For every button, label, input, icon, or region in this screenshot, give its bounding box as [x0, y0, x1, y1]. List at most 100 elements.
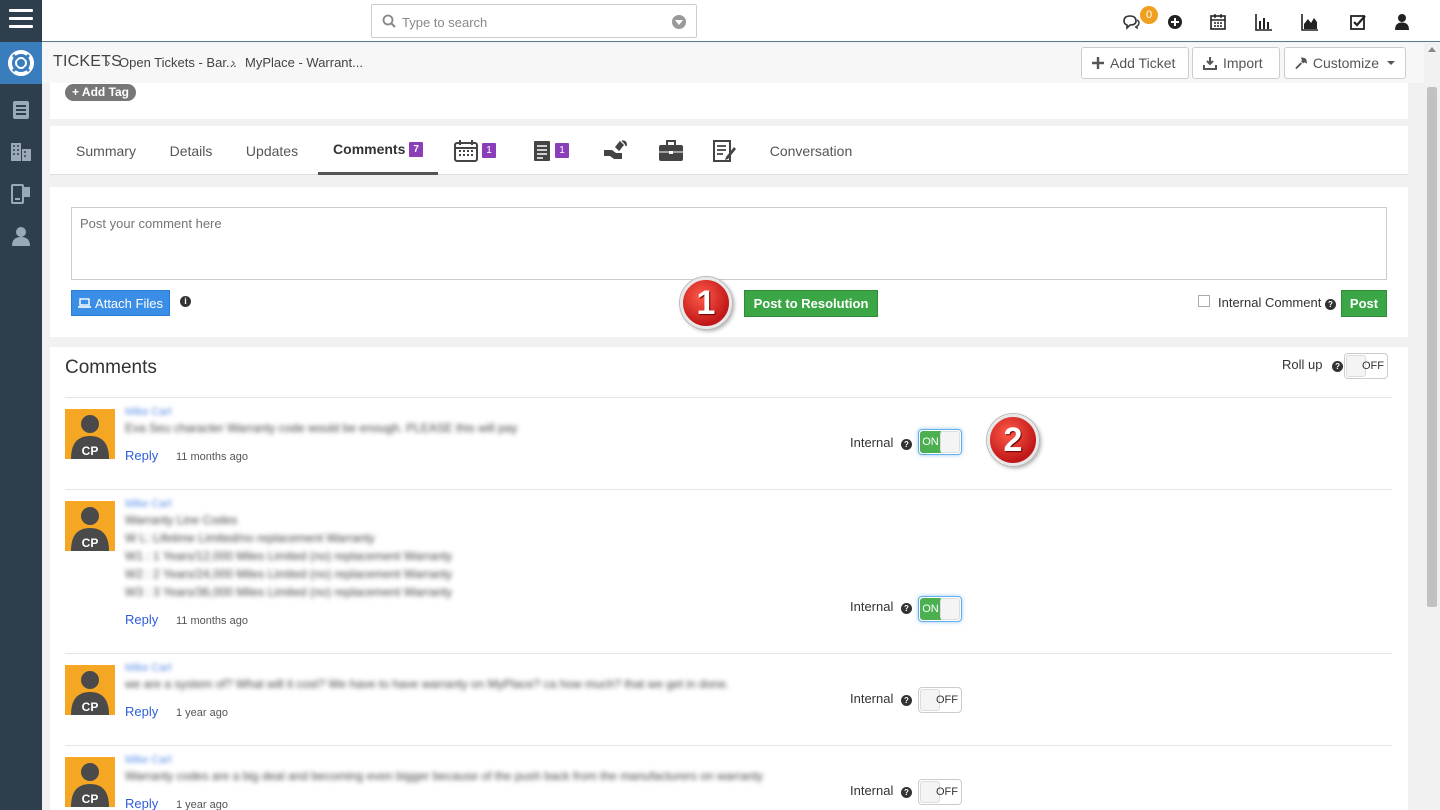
- avatar: CP: [65, 409, 115, 459]
- search-input[interactable]: Type to search: [371, 4, 697, 38]
- tab-briefcase[interactable]: [654, 126, 688, 175]
- breadcrumb-item[interactable]: Open Tickets - Bar...: [119, 55, 237, 70]
- support-lifebuoy-icon[interactable]: [0, 42, 42, 84]
- tab-edit-document[interactable]: [708, 126, 742, 175]
- internal-comment-label: Internal Comment ?: [1218, 295, 1336, 310]
- comment-text: W3 : 3 Years/36,000 Miles Limited (no) r…: [125, 585, 453, 599]
- breadcrumb: TICKETS › Open Tickets - Bar... › MyPlac…: [42, 43, 1424, 83]
- document-list-icon[interactable]: [0, 89, 42, 131]
- help-icon[interactable]: ?: [901, 695, 912, 706]
- notification-badge[interactable]: 0: [1140, 6, 1158, 24]
- help-icon[interactable]: ?: [1324, 299, 1336, 310]
- svg-text:CP: CP: [82, 700, 99, 714]
- tab-details[interactable]: Details: [160, 126, 222, 175]
- import-label: Import: [1223, 55, 1263, 71]
- building-icon[interactable]: [0, 131, 42, 173]
- briefcase-icon: [659, 139, 683, 161]
- reply-link[interactable]: Reply: [125, 612, 158, 627]
- tab-calendar[interactable]: 1: [450, 126, 500, 175]
- internal-label: Internal ?: [850, 691, 912, 706]
- post-button[interactable]: Post: [1341, 290, 1387, 317]
- comment-text: W2 : 2 Years/24,000 Miles Limited (no) r…: [125, 567, 453, 581]
- menu-icon[interactable]: [9, 9, 33, 31]
- tab-tools[interactable]: [598, 126, 632, 175]
- annotation-marker-2: 2: [987, 414, 1039, 466]
- reply-link[interactable]: Reply: [125, 448, 158, 463]
- reply-link[interactable]: Reply: [125, 796, 158, 810]
- help-icon[interactable]: ?: [901, 787, 912, 798]
- rollup-toggle[interactable]: OFF: [1344, 353, 1388, 379]
- tab-label: Conversation: [769, 142, 853, 159]
- help-icon[interactable]: ?: [901, 439, 912, 450]
- search-dropdown-icon[interactable]: [672, 15, 686, 29]
- add-ticket-button[interactable]: Add Ticket: [1081, 47, 1189, 79]
- import-button[interactable]: Import: [1192, 47, 1280, 79]
- comment-author[interactable]: Mike Carl: [125, 406, 171, 418]
- comment-text: we are a system of? What will it cost? W…: [125, 677, 730, 691]
- scroll-up-icon[interactable]: [1428, 47, 1436, 52]
- attach-files-button[interactable]: Attach Files: [71, 290, 170, 316]
- customize-label: Customize: [1312, 55, 1379, 71]
- tab-comments[interactable]: Comments 7: [318, 126, 438, 175]
- reply-link[interactable]: Reply: [125, 704, 158, 719]
- add-ticket-label: Add Ticket: [1110, 55, 1176, 71]
- rollup-text: Roll up: [1282, 357, 1323, 372]
- scrollbar-thumb[interactable]: [1427, 87, 1437, 607]
- internal-toggle[interactable]: OFF: [918, 687, 962, 713]
- comment-text: Warranty codes are a big deal and becomi…: [125, 769, 763, 783]
- customize-button[interactable]: Customize: [1284, 47, 1406, 79]
- plus-circle-icon[interactable]: [1166, 13, 1184, 31]
- area-chart-icon[interactable]: [1301, 13, 1319, 31]
- bar-chart-icon[interactable]: [1255, 13, 1273, 31]
- comments-title: Comments: [65, 357, 157, 378]
- info-icon[interactable]: i: [180, 296, 191, 307]
- help-icon[interactable]: ?: [1332, 361, 1344, 372]
- comment-author[interactable]: Mike Carl: [125, 662, 171, 674]
- comment-text: W1 : 1 Years/12,000 Miles Limited (no) r…: [125, 549, 453, 563]
- tab-bar: Summary Details Updates Comments 7 1 1 C…: [50, 126, 1408, 175]
- internal-comment-checkbox[interactable]: [1198, 295, 1210, 307]
- user-icon[interactable]: [1393, 13, 1411, 31]
- comment-author[interactable]: Mike Carl: [125, 498, 171, 510]
- toggle-state: ON: [920, 598, 941, 620]
- internal-toggle[interactable]: OFF: [918, 779, 962, 805]
- avatar: CP: [65, 757, 115, 807]
- tab-conversation[interactable]: Conversation: [764, 126, 858, 175]
- breadcrumb-item[interactable]: MyPlace - Warrant...: [245, 55, 363, 70]
- calendar-icon[interactable]: [1209, 13, 1227, 31]
- toggle-state: OFF: [1362, 360, 1384, 372]
- post-to-resolution-button[interactable]: Post to Resolution: [744, 290, 878, 317]
- tab-updates[interactable]: Updates: [236, 126, 308, 175]
- toggle-state: OFF: [936, 694, 958, 706]
- help-icon[interactable]: ?: [901, 603, 912, 614]
- tab-label: Summary: [76, 142, 136, 159]
- svg-text:CP: CP: [82, 444, 99, 458]
- wrench-icon: [1295, 57, 1307, 69]
- comment-input[interactable]: [71, 207, 1387, 280]
- tab-summary[interactable]: Summary: [64, 126, 148, 175]
- comment-composer: Attach Files i 1 Post to Resolution Inte…: [50, 187, 1408, 337]
- internal-toggle[interactable]: ON: [918, 429, 962, 455]
- toggle-state: OFF: [936, 786, 958, 798]
- breadcrumb-root[interactable]: TICKETS: [53, 53, 122, 71]
- comment-item: CP Mike Carl Warranty codes are a big de…: [65, 745, 1392, 810]
- add-tag-button[interactable]: + Add Tag: [65, 84, 137, 101]
- comment-text: Eva Seu character Warranty code would be…: [125, 421, 518, 435]
- user-icon[interactable]: [0, 215, 42, 257]
- chat-icon[interactable]: [1122, 13, 1140, 31]
- comment-time: 1 year ago: [176, 707, 228, 719]
- device-icon[interactable]: [0, 173, 42, 215]
- checkbox-icon[interactable]: [1349, 13, 1367, 31]
- comment-author[interactable]: Mike Carl: [125, 754, 171, 766]
- comment-time: 1 year ago: [176, 799, 228, 810]
- plus-icon: +: [72, 85, 80, 99]
- caret-down-icon: [1387, 61, 1395, 65]
- internal-toggle[interactable]: ON: [918, 596, 962, 622]
- comment-time: 11 months ago: [176, 615, 248, 627]
- tab-label: Comments: [333, 141, 406, 157]
- tab-notes[interactable]: 1: [528, 126, 574, 175]
- tab-label: Updates: [245, 142, 299, 159]
- comment-time: 11 months ago: [176, 451, 248, 463]
- left-sidebar: [0, 0, 42, 810]
- page-scrollbar[interactable]: [1424, 43, 1440, 810]
